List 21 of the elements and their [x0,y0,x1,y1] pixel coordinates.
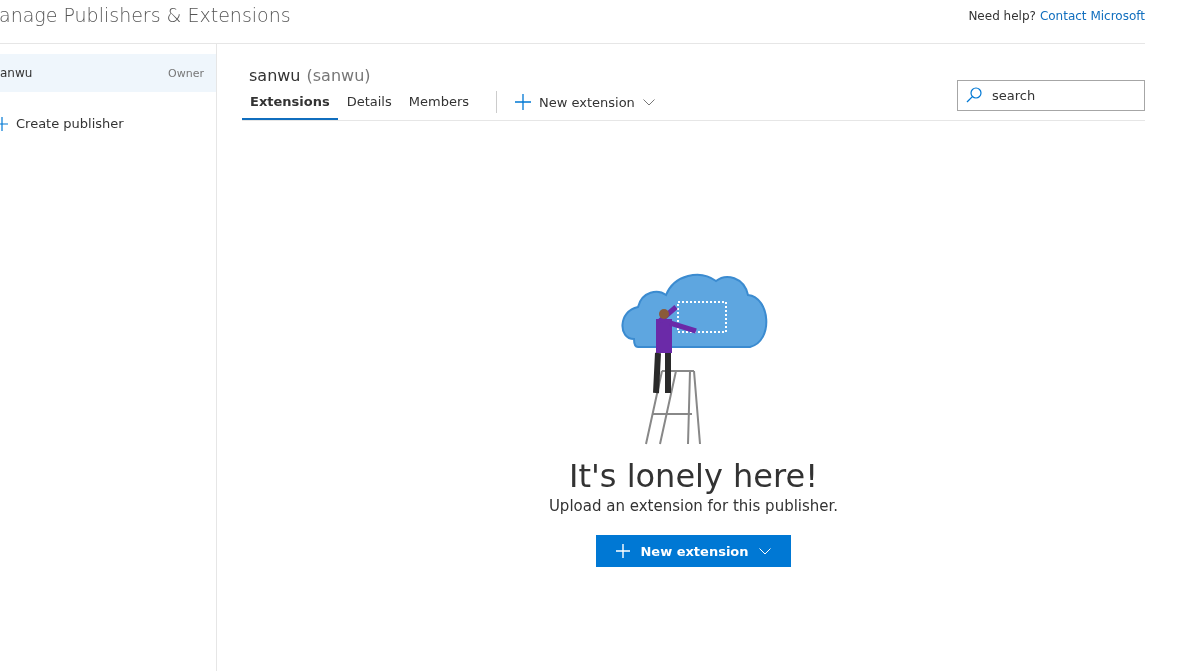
new-extension-button[interactable]: New extension [507,90,663,114]
chevron-down-icon [758,547,771,555]
help-text: Need help? [968,9,1036,23]
contact-link[interactable]: Contact Microsoft [1039,9,1145,23]
tab[interactable]: Members [400,84,477,120]
tab[interactable]: Extensions [242,84,338,120]
plus-icon [515,94,531,110]
empty-message: Upload an extension for this publisher. [548,497,839,515]
page-title: anage Publishers & Extensions [0,4,291,26]
create-publisher-link[interactable]: Create publisher [16,116,124,131]
search-icon [966,87,982,103]
search-field[interactable]: search [957,80,1145,111]
publisher-item[interactable]: anwu Owner [0,54,216,92]
empty-title: It's lonely here! [569,457,818,495]
tab[interactable]: Details [338,84,400,120]
plus-icon [0,116,8,131]
new-extension-button[interactable]: New extension [596,535,791,567]
plus-icon [616,544,631,558]
chevron-down-icon [642,98,655,106]
publisher-name: sanwu [249,66,301,85]
publisher-id: (sanwu) [306,66,371,85]
